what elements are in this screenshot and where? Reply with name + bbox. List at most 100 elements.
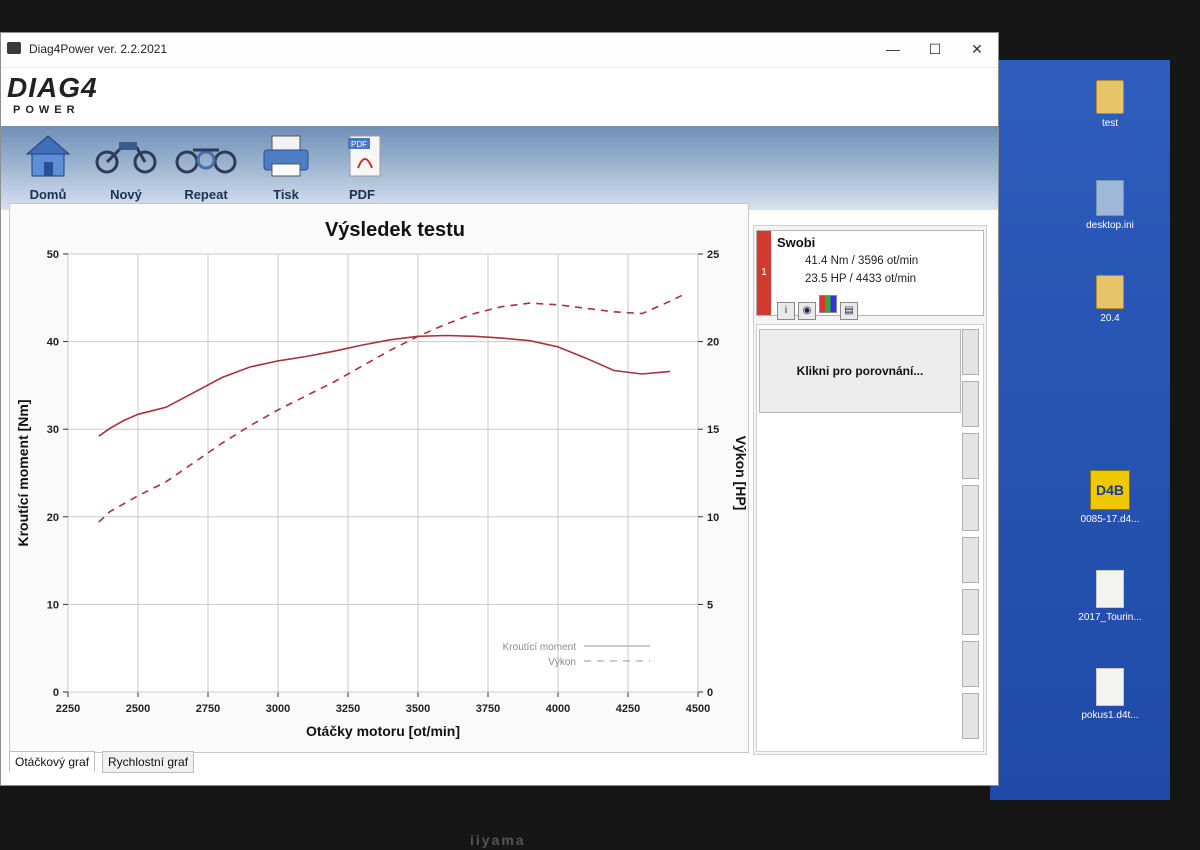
- home-label: Domů: [29, 187, 67, 202]
- x-tick-label: 2500: [126, 703, 150, 715]
- dyno-chart: Výsledek testu2250 2500 2750 3000 3250 3500 37…: [15, 219, 749, 739]
- save-icon[interactable]: ▤: [840, 302, 858, 320]
- home-button[interactable]: Domů: [9, 132, 87, 202]
- new-bike-icon: [95, 142, 157, 174]
- y-tick-label: 10: [47, 599, 59, 611]
- chart-title: Výsledek testu: [325, 219, 465, 241]
- result-torque: 41.4 Nm / 3596 ot/min: [805, 255, 919, 267]
- desktop-item[interactable]: 2017_Tourin...: [1062, 570, 1158, 623]
- compare-area: Klikni pro porovnání...: [756, 324, 984, 752]
- x-tick-label: 3000: [266, 703, 290, 715]
- logo-sub: POWER: [13, 104, 80, 116]
- compare-slot[interactable]: [962, 433, 979, 479]
- desktop-item-label: 2017_Tourin...: [1078, 612, 1142, 623]
- x-tick-label: 2750: [196, 703, 220, 715]
- y2-tick-label: 5: [707, 599, 713, 611]
- logo-row: DIAG4 POWER: [1, 68, 998, 126]
- y-tick-label: 20: [47, 512, 59, 524]
- d4b-file-icon: D4B: [1090, 470, 1130, 510]
- result-actions: i ◉ ▤: [777, 295, 861, 320]
- x-tick-label: 2250: [56, 703, 80, 715]
- desktop-item[interactable]: pokus1.d4t...: [1062, 668, 1158, 721]
- file-icon: [1096, 668, 1124, 706]
- desktop-item[interactable]: D4B 0085-17.d4...: [1062, 470, 1158, 525]
- y-tick-label: 40: [47, 337, 59, 349]
- monitor-brand: iiyama: [470, 832, 526, 848]
- folder-icon: [1096, 80, 1124, 114]
- minimize-button[interactable]: —: [881, 41, 905, 57]
- desktop-item[interactable]: test: [1062, 80, 1158, 129]
- repeat-bike-icon: [175, 148, 237, 174]
- print-button[interactable]: Tisk: [247, 132, 325, 202]
- close-button[interactable]: ✕: [965, 41, 989, 58]
- compare-slot[interactable]: [962, 381, 979, 427]
- folder-icon: [1096, 275, 1124, 309]
- new-label: Nový: [110, 187, 142, 202]
- desktop-item-label: test: [1101, 118, 1119, 129]
- file-icon: [1096, 180, 1124, 216]
- pdf-icon: PDF: [348, 135, 381, 177]
- logo: DIAG4: [7, 72, 98, 103]
- plot-area: [67, 253, 699, 693]
- desktop-item[interactable]: desktop.ini: [1062, 180, 1158, 231]
- legend-label: Výkon: [548, 657, 576, 668]
- tab-speed-graph[interactable]: Rychlostní graf: [102, 751, 195, 773]
- compare-button[interactable]: Klikni pro porovnání...: [759, 329, 961, 413]
- compare-slot[interactable]: [962, 329, 979, 375]
- info-icon[interactable]: i: [777, 302, 795, 320]
- app-window: Diag4Power ver. 2.2.2021 — ☐ ✕ DIAG4 POW…: [0, 32, 999, 786]
- legend-label: Kroutící moment: [503, 642, 577, 653]
- y2-tick-label: 10: [707, 512, 719, 524]
- result-index: 1: [757, 231, 771, 315]
- x-axis-label: Otáčky motoru [ot/min]: [306, 723, 460, 739]
- result-name: Swobi: [777, 235, 816, 250]
- repeat-button[interactable]: Repeat: [167, 132, 245, 202]
- y2-axis-label: Výkon [HP]: [733, 436, 748, 511]
- desktop: test desktop.ini 20.4 D4B 0085-17.d4... 2017_…: [990, 60, 1170, 800]
- toolbar: Domů Nový Repeat Tisk PDF PDF: [1, 126, 998, 210]
- x-tick-label: 4250: [616, 703, 640, 715]
- color-icon[interactable]: [819, 295, 837, 313]
- x-tick-label: 3250: [336, 703, 360, 715]
- title-bar: Diag4Power ver. 2.2.2021 — ☐ ✕: [1, 33, 998, 68]
- x-tick-label: 3750: [476, 703, 500, 715]
- maximize-button[interactable]: ☐: [923, 41, 947, 58]
- app-icon: [7, 42, 21, 54]
- desktop-item-label: desktop.ini: [1086, 220, 1134, 231]
- new-button[interactable]: Nový: [87, 132, 165, 202]
- compare-slot[interactable]: [962, 693, 979, 739]
- pdf-label: PDF: [349, 187, 375, 202]
- pdf-button[interactable]: PDF PDF: [323, 132, 401, 202]
- desktop-item-label: pokus1.d4t...: [1081, 710, 1139, 721]
- y-axis-label: Kroutící moment [Nm]: [15, 400, 31, 547]
- result-card[interactable]: 1 Swobi 41.4 Nm / 3596 ot/min 23.5 HP / …: [756, 230, 984, 320]
- printer-icon: [263, 135, 309, 177]
- compare-slot[interactable]: [962, 641, 979, 687]
- chart-panel: Výsledek testu 2250 2500 2750 3000 3250 3500 37…: [9, 203, 749, 753]
- window-title: Diag4Power ver. 2.2.2021: [29, 42, 168, 56]
- desktop-item-label: 20.4: [1100, 313, 1120, 324]
- compare-slot[interactable]: [962, 537, 979, 583]
- repeat-label: Repeat: [184, 187, 228, 202]
- x-tick-label: 4000: [546, 703, 570, 715]
- x-tick-label: 3500: [406, 703, 430, 715]
- eye-icon[interactable]: ◉: [798, 302, 816, 320]
- y2-tick-label: 20: [707, 337, 719, 349]
- desktop-item[interactable]: 20.4: [1062, 275, 1158, 324]
- y2-tick-label: 25: [707, 249, 719, 261]
- y-tick-label: 30: [47, 424, 59, 436]
- result-power: 23.5 HP / 4433 ot/min: [805, 273, 917, 285]
- svg-text:PDF: PDF: [351, 140, 367, 149]
- file-icon: [1096, 570, 1124, 608]
- tab-rpm-graph[interactable]: Otáčkový graf: [9, 751, 96, 773]
- desktop-item-label: 0085-17.d4...: [1080, 514, 1140, 525]
- compare-slot[interactable]: [962, 485, 979, 531]
- y-tick-label: 0: [53, 687, 59, 699]
- y2-tick-label: 0: [707, 687, 713, 699]
- print-label: Tisk: [273, 187, 299, 202]
- x-tick-label: 4500: [686, 703, 710, 715]
- y-tick-label: 50: [47, 249, 59, 261]
- compare-slot[interactable]: [962, 589, 979, 635]
- home-icon: [25, 135, 71, 177]
- y2-tick-label: 15: [707, 424, 719, 436]
